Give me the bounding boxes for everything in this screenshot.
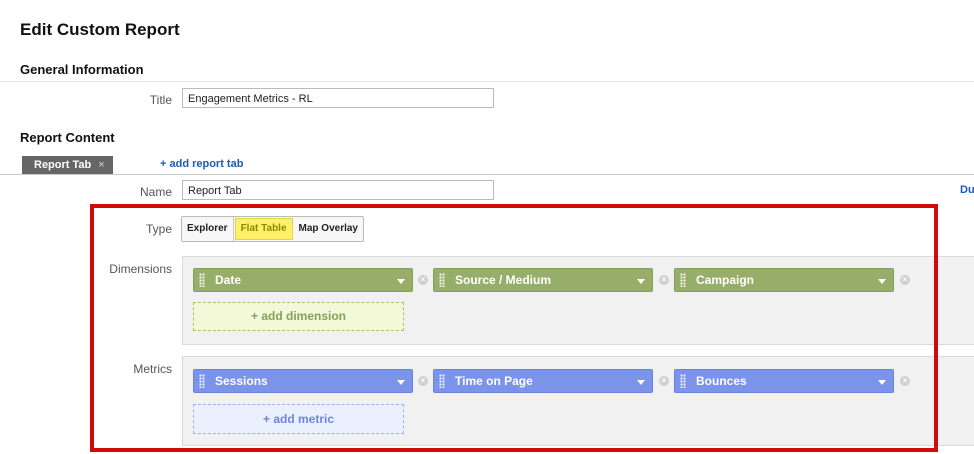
highlight-box <box>90 204 938 452</box>
name-input[interactable]: Report Tab <box>182 180 494 200</box>
page-title: Edit Custom Report <box>20 20 180 39</box>
tab-report-tab[interactable]: Report Tab × <box>22 156 113 174</box>
duplicate-link[interactable]: Du <box>960 184 974 196</box>
title-label: Title <box>149 93 172 107</box>
divider <box>0 81 974 82</box>
tab-label: Report Tab <box>34 159 92 171</box>
tab-close-icon[interactable]: × <box>98 159 104 171</box>
tab-bar-line <box>0 174 974 175</box>
report-content-heading: Report Content <box>20 130 115 145</box>
add-report-tab-link[interactable]: + add report tab <box>160 158 243 170</box>
title-input[interactable]: Engagement Metrics - RL <box>182 88 494 108</box>
name-label: Name <box>139 185 172 199</box>
general-info-heading: General Information <box>20 62 144 77</box>
